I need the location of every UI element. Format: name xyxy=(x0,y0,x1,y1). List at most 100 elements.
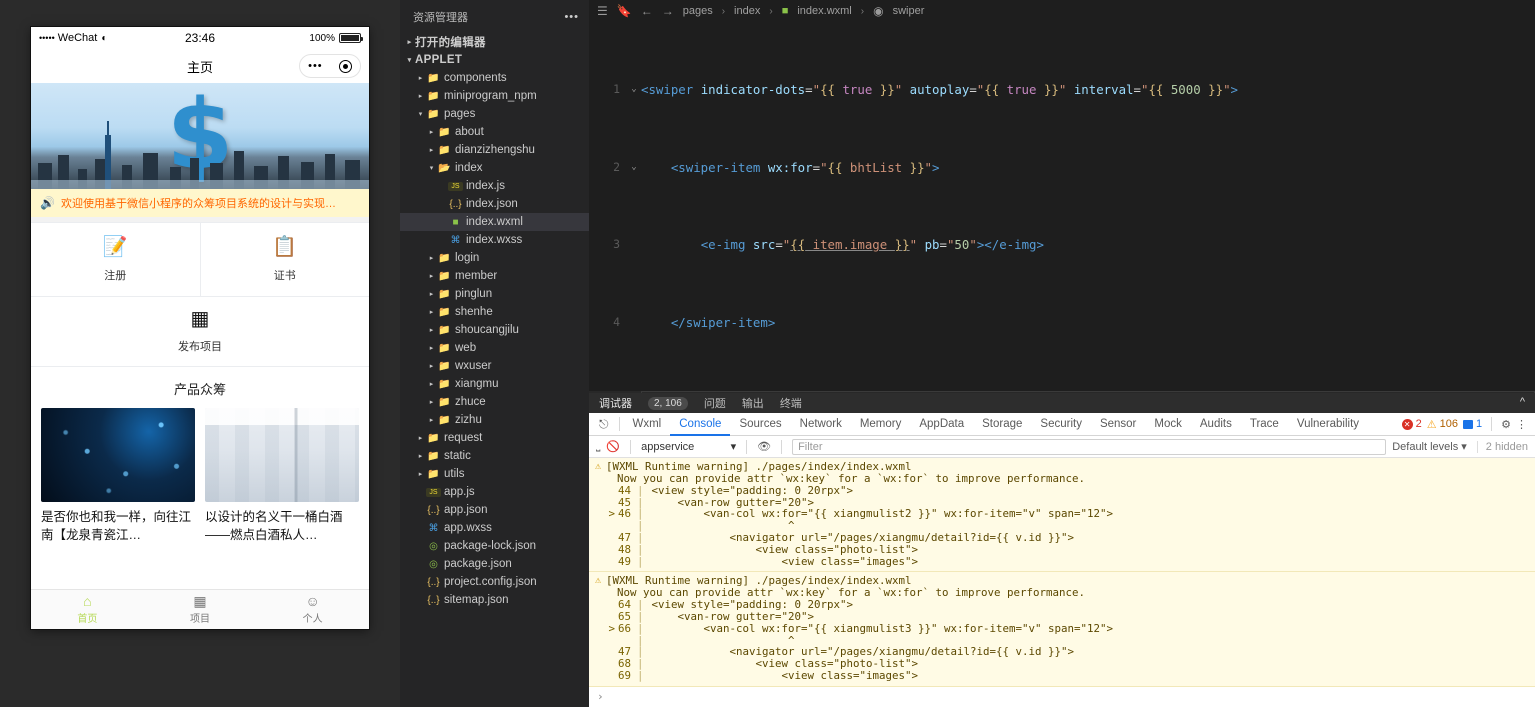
explorer-item-utils[interactable]: ▸ 📁 utils xyxy=(400,465,589,483)
explorer-item-xiangmu[interactable]: ▸ 📁 xiangmu xyxy=(400,375,589,393)
product-card[interactable]: 以设计的名义干一桶白酒——燃点白酒私人… xyxy=(205,408,359,544)
explorer-item-pages[interactable]: ▾ 📁 pages xyxy=(400,105,589,123)
code-content[interactable]: 1 ⌄ <swiper indicator-dots="{{ true }}" au… xyxy=(589,22,1535,393)
console-input-prompt[interactable]: › xyxy=(589,687,1535,707)
arrow-left-icon[interactable]: ← xyxy=(641,4,653,18)
panel-tab-terminal[interactable]: 终端 xyxy=(780,395,802,411)
bookmark-icon[interactable]: 🔖 xyxy=(617,4,632,18)
breadcrumb-item-file[interactable]: index.wxml xyxy=(797,5,851,17)
tabbar-item-home[interactable]: ⌂ 首页 xyxy=(31,590,144,629)
inspect-cursor-icon[interactable]: ⎋ xyxy=(593,417,615,432)
chevron-right-icon[interactable]: ▸ xyxy=(426,254,437,262)
explorer-item-miniprogram-npm[interactable]: ▸ 📁 miniprogram_npm xyxy=(400,87,589,105)
tab-audits[interactable]: Audits xyxy=(1191,413,1241,436)
chevron-right-icon[interactable]: ▸ xyxy=(426,326,437,334)
warning-count-badge[interactable]: ⚠ 106 xyxy=(1427,418,1458,431)
explorer-item-login[interactable]: ▸ 📁 login xyxy=(400,249,589,267)
grid-item-fabu[interactable]: ▦ 发布项目 xyxy=(31,297,369,367)
chevron-right-icon[interactable]: ▸ xyxy=(404,38,415,46)
list-icon[interactable]: ☰ xyxy=(597,4,608,18)
error-count-badge[interactable]: ✕ 2 xyxy=(1401,418,1422,430)
explorer-item-web[interactable]: ▸ 📁 web xyxy=(400,339,589,357)
tab-vulnerability[interactable]: Vulnerability xyxy=(1288,413,1368,436)
explorer-item-app-js[interactable]: JS app.js xyxy=(400,483,589,501)
tabbar-item-profile[interactable]: ☺ 个人 xyxy=(256,590,369,629)
chevron-right-icon[interactable]: ▸ xyxy=(426,398,437,406)
explorer-item-project-config-json[interactable]: {..} project.config.json xyxy=(400,573,589,591)
fold-toggle[interactable]: ⌄ xyxy=(627,158,641,177)
breadcrumb-item-symbol[interactable]: swiper xyxy=(893,5,925,17)
tab-storage[interactable]: Storage xyxy=(973,413,1031,436)
chevron-right-icon[interactable]: ▸ xyxy=(426,344,437,352)
filter-input[interactable]: Filter xyxy=(792,438,1387,455)
tab-trace[interactable]: Trace xyxy=(1241,413,1288,436)
explorer-item-member[interactable]: ▸ 📁 member xyxy=(400,267,589,285)
chevron-right-icon[interactable]: ▸ xyxy=(426,290,437,298)
chevron-right-icon[interactable]: ▸ xyxy=(415,74,426,82)
tab-wxml[interactable]: Wxml xyxy=(624,413,671,436)
panel-tab-debugger[interactable]: 调试器 xyxy=(599,395,632,411)
chevron-down-icon[interactable]: ▾ xyxy=(426,164,437,172)
tab-appdata[interactable]: AppData xyxy=(910,413,973,436)
chevron-right-icon[interactable]: ▸ xyxy=(415,452,426,460)
notice-bar[interactable]: 🔊 欢迎使用基于微信小程序的众筹项目系统的设计与实现… xyxy=(31,189,369,217)
explorer-item-index-js[interactable]: JS index.js xyxy=(400,177,589,195)
grid-item-zhengshu[interactable]: 📋 证书 xyxy=(200,223,369,297)
explorer-item-index-json[interactable]: {..} index.json xyxy=(400,195,589,213)
explorer-item-index[interactable]: ▾ 📂 index xyxy=(400,159,589,177)
wechat-capsule[interactable]: ••• xyxy=(299,54,361,78)
capsule-menu-icon[interactable]: ••• xyxy=(308,60,323,72)
explorer-item-sitemap-json[interactable]: {..} sitemap.json xyxy=(400,591,589,609)
explorer-item-pinglun[interactable]: ▸ 📁 pinglun xyxy=(400,285,589,303)
chevron-right-icon[interactable]: ▸ xyxy=(426,272,437,280)
explorer-item-zizhu[interactable]: ▸ 📁 zizhu xyxy=(400,411,589,429)
explorer-item-app-json[interactable]: {..} app.json xyxy=(400,501,589,519)
explorer-item-index-wxml[interactable]: ■ index.wxml xyxy=(400,213,589,231)
explorer-item-dianzizhengshu[interactable]: ▸ 📁 dianzizhengshu xyxy=(400,141,589,159)
code-editor[interactable]: 1 ⌄ <swiper indicator-dots="{{ true }}" au… xyxy=(589,22,1535,393)
info-count-badge[interactable]: 1 xyxy=(1463,418,1482,430)
tab-sources[interactable]: Sources xyxy=(730,413,790,436)
explorer-item--[interactable]: ▸ 打开的编辑器 xyxy=(400,33,589,51)
chevron-up-icon[interactable]: ^ xyxy=(1520,396,1525,408)
explorer-item-app-wxss[interactable]: ⌘ app.wxss xyxy=(400,519,589,537)
explorer-item-static[interactable]: ▸ 📁 static xyxy=(400,447,589,465)
more-vertical-icon[interactable]: ⋮ xyxy=(1516,418,1527,431)
fold-toggle[interactable]: ⌄ xyxy=(627,80,641,99)
gear-icon[interactable]: ⚙ xyxy=(1501,418,1511,431)
swiper-banner[interactable]: $ xyxy=(31,83,369,189)
console-output[interactable]: ⚠ [WXML Runtime warning] ./pages/index/in… xyxy=(589,458,1535,707)
console-warning-entry[interactable]: ⚠ [WXML Runtime warning] ./pages/index/in… xyxy=(589,458,1535,573)
chevron-right-icon[interactable]: ▸ xyxy=(415,470,426,478)
breadcrumb-item-index[interactable]: index xyxy=(734,5,760,17)
explorer-item-wxuser[interactable]: ▸ 📁 wxuser xyxy=(400,357,589,375)
console-sidebar-icon[interactable]: ⎵ xyxy=(596,440,600,453)
tab-sensor[interactable]: Sensor xyxy=(1091,413,1145,436)
product-card[interactable]: 是否你也和我一样，向往江南【龙泉青瓷江… xyxy=(41,408,195,544)
chevron-right-icon[interactable]: ▸ xyxy=(426,146,437,154)
explorer-item-about[interactable]: ▸ 📁 about xyxy=(400,123,589,141)
chevron-right-icon[interactable]: ▸ xyxy=(426,416,437,424)
tab-memory[interactable]: Memory xyxy=(851,413,911,436)
explorer-item-components[interactable]: ▸ 📁 components xyxy=(400,69,589,87)
tabbar-item-project[interactable]: ▦ 项目 xyxy=(144,590,257,629)
arrow-right-icon[interactable]: → xyxy=(662,4,674,18)
explorer-item-package-json[interactable]: ◎ package.json xyxy=(400,555,589,573)
grid-item-zhuce[interactable]: 📝 注册 xyxy=(31,223,201,297)
breadcrumb-item-pages[interactable]: pages xyxy=(683,5,713,17)
explorer-item-shenhe[interactable]: ▸ 📁 shenhe xyxy=(400,303,589,321)
tab-mock[interactable]: Mock xyxy=(1145,413,1190,436)
chevron-down-icon[interactable]: ▾ xyxy=(404,56,415,64)
explorer-item-shoucangjilu[interactable]: ▸ 📁 shoucangjilu xyxy=(400,321,589,339)
context-select[interactable]: appservice ▾ xyxy=(641,440,736,454)
chevron-right-icon[interactable]: ▸ xyxy=(426,362,437,370)
chevron-down-icon[interactable]: ▾ xyxy=(415,110,426,118)
levels-select[interactable]: Default levels ▾ xyxy=(1392,440,1467,454)
chevron-right-icon[interactable]: ▸ xyxy=(415,434,426,442)
panel-tab-output[interactable]: 输出 xyxy=(742,395,764,411)
capsule-close-icon[interactable] xyxy=(338,59,352,73)
console-warning-entry[interactable]: ⚠ [WXML Runtime warning] ./pages/index/in… xyxy=(589,572,1535,687)
chevron-right-icon[interactable]: ▸ xyxy=(415,92,426,100)
explorer-item-zhuce[interactable]: ▸ 📁 zhuce xyxy=(400,393,589,411)
more-icon[interactable]: ••• xyxy=(564,11,579,23)
